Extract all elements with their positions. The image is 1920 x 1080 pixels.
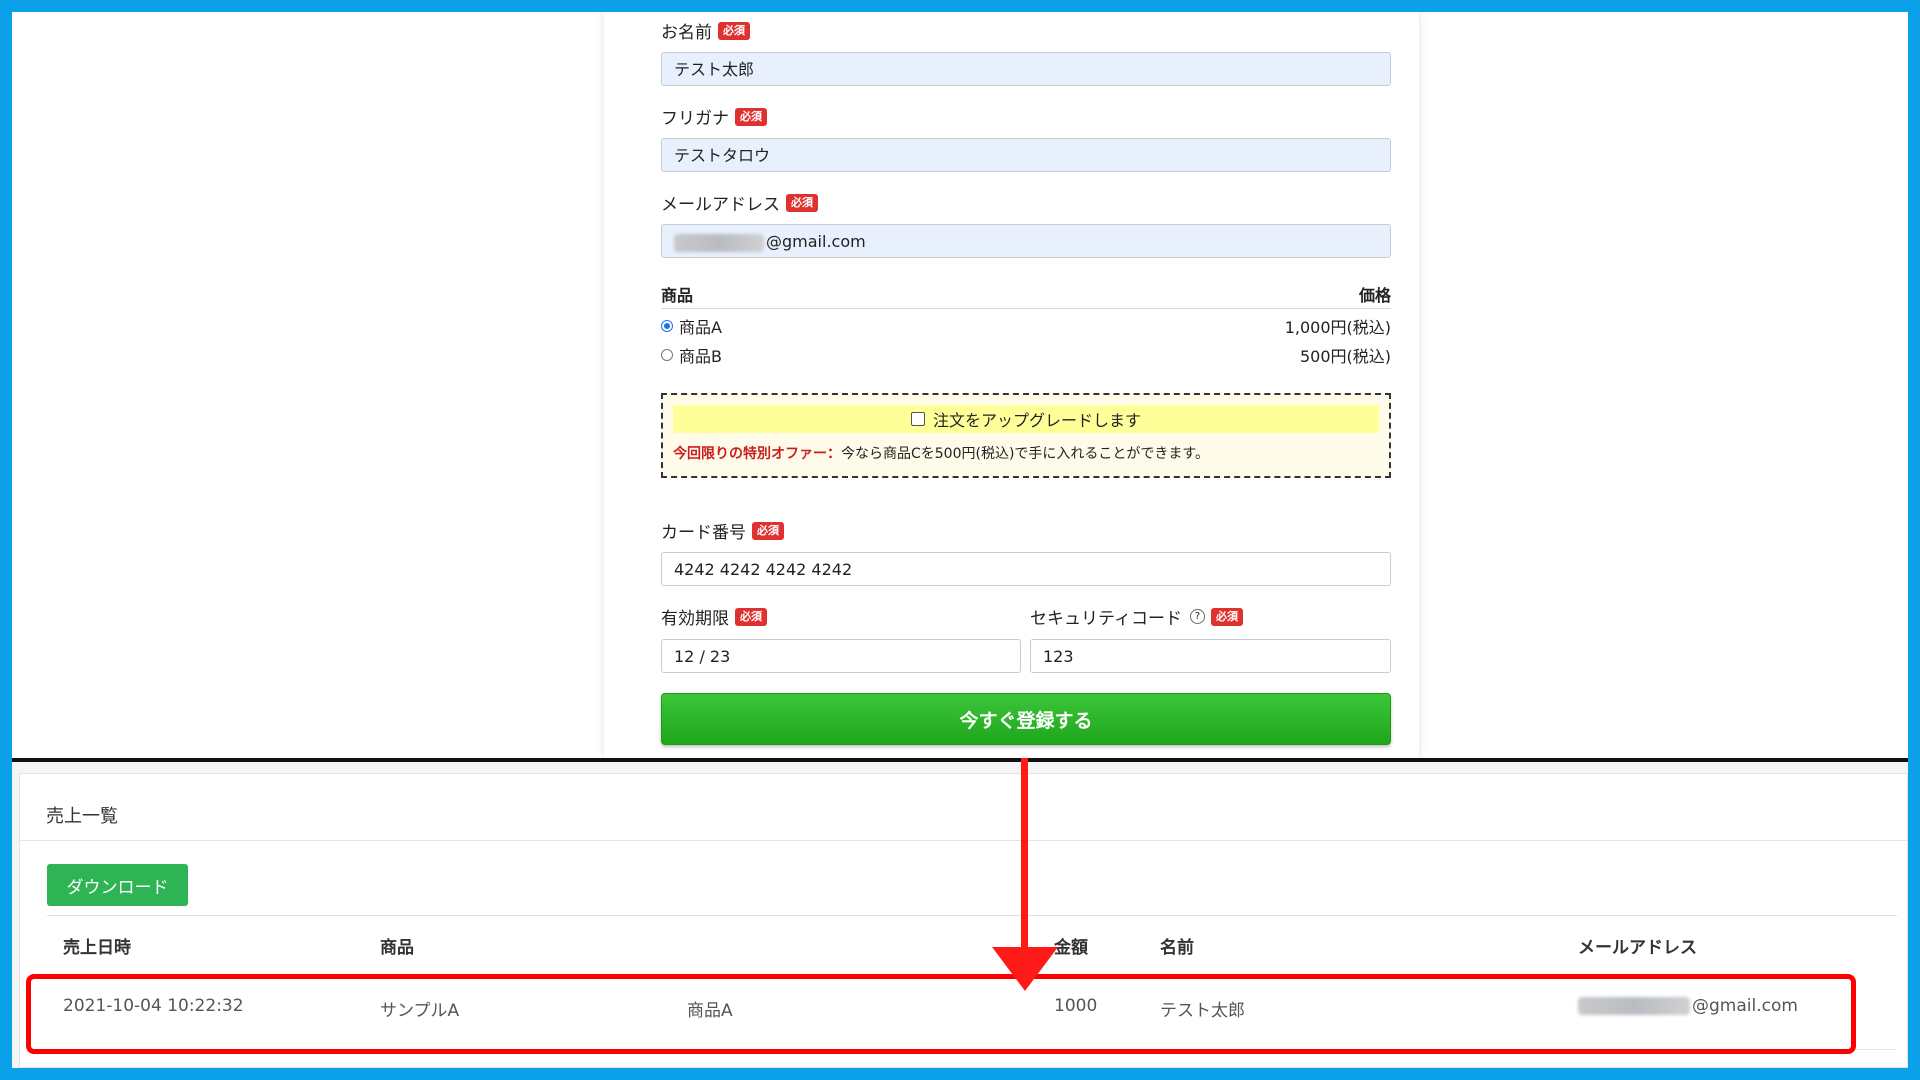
- highlight-box: [26, 974, 1856, 1054]
- table-top-border: [47, 915, 1897, 916]
- column-header-name[interactable]: 名前: [1160, 933, 1194, 958]
- panel-title: 売上一覧: [46, 806, 118, 827]
- column-header-amount[interactable]: 金額: [1054, 933, 1088, 958]
- annotation-arrow-shaft: [1021, 758, 1028, 954]
- cvc-input[interactable]: 123: [1030, 639, 1391, 673]
- cvc-label: セキュリティコード? 必須: [1030, 604, 1243, 629]
- expiry-input[interactable]: 12 / 23: [661, 639, 1021, 673]
- name-label-text: お名前: [661, 23, 712, 43]
- column-header-product[interactable]: 商品: [380, 933, 414, 958]
- required-badge: 必須: [752, 521, 784, 540]
- card-number-label: カード番号 必須: [661, 518, 784, 543]
- expiry-label-text: 有効期限: [661, 609, 729, 629]
- offer-description: 今なら商品Cを500円(税込)で手に入れることができます。: [841, 446, 1210, 462]
- upgrade-label: 注文をアップグレードします: [932, 411, 1141, 430]
- email-input[interactable]: @gmail.com: [661, 224, 1391, 258]
- upgrade-checkbox-row[interactable]: 注文をアップグレードします: [673, 405, 1379, 433]
- required-badge: 必須: [718, 21, 750, 40]
- furigana-input[interactable]: テストタロウ: [661, 138, 1391, 172]
- help-icon[interactable]: ?: [1189, 609, 1205, 624]
- product-table-header: 商品 価格: [661, 280, 1391, 309]
- product-name: 商品B: [679, 347, 722, 366]
- required-badge: 必須: [735, 107, 767, 126]
- checkout-page: お名前 必須 テスト太郎 フリガナ 必須 テストタロウ メールアドレス 必須 @…: [12, 12, 1908, 758]
- column-header-email[interactable]: メールアドレス: [1578, 933, 1697, 958]
- column-header-date[interactable]: 売上日時: [63, 933, 131, 958]
- checkout-form: お名前 必須 テスト太郎 フリガナ 必須 テストタロウ メールアドレス 必須 @…: [604, 12, 1419, 758]
- offer-text: 今回限りの特別オファー：今なら商品Cを500円(税込)で手に入れることができます…: [673, 443, 1209, 463]
- upgrade-offer-box: 注文をアップグレードします 今回限りの特別オファー：今なら商品Cを500円(税込…: [661, 393, 1391, 478]
- download-button[interactable]: ダウンロード: [47, 864, 188, 906]
- required-badge: 必須: [735, 607, 767, 626]
- register-now-button[interactable]: 今すぐ登録する: [661, 693, 1391, 745]
- product-header: 商品: [661, 286, 694, 305]
- card-label-text: カード番号: [661, 523, 746, 543]
- expiry-label: 有効期限 必須: [661, 604, 767, 629]
- panel-separator: [20, 840, 1907, 841]
- product-option-a[interactable]: 商品A 1,000円(税込): [661, 314, 1391, 340]
- price-header: 価格: [1358, 286, 1391, 305]
- card-number-input[interactable]: 4242 4242 4242 4242: [661, 552, 1391, 586]
- admin-sales-page: 売上一覧 ダウンロード 売上日時 商品 金額 名前 メールアドレス 2021-1…: [12, 762, 1908, 1068]
- upgrade-checkbox[interactable]: [910, 412, 925, 426]
- radio-unselected-icon[interactable]: [661, 349, 673, 361]
- product-price: 500円(税込): [1299, 347, 1391, 366]
- name-input[interactable]: テスト太郎: [661, 52, 1391, 86]
- annotation-arrow-head: [992, 947, 1058, 991]
- required-badge: 必須: [786, 193, 818, 212]
- required-badge: 必須: [1210, 607, 1243, 626]
- product-option-b[interactable]: 商品B 500円(税込): [661, 343, 1391, 369]
- name-label: お名前 必須: [661, 18, 750, 43]
- radio-selected-icon[interactable]: [661, 320, 673, 332]
- offer-highlight: 今回限りの特別オファー：: [673, 446, 841, 462]
- email-label: メールアドレス 必須: [661, 190, 818, 215]
- furigana-label-text: フリガナ: [661, 109, 729, 129]
- product-name: 商品A: [679, 318, 722, 337]
- blurred-email-local-part: [674, 233, 764, 252]
- screenshot-frame: お名前 必須 テスト太郎 フリガナ 必須 テストタロウ メールアドレス 必須 @…: [12, 12, 1908, 1068]
- cvc-label-text: セキュリティコード: [1030, 609, 1182, 629]
- email-domain: @gmail.com: [766, 232, 866, 251]
- product-price: 1,000円(税込): [1284, 318, 1391, 337]
- furigana-label: フリガナ 必須: [661, 104, 767, 129]
- email-label-text: メールアドレス: [661, 195, 780, 215]
